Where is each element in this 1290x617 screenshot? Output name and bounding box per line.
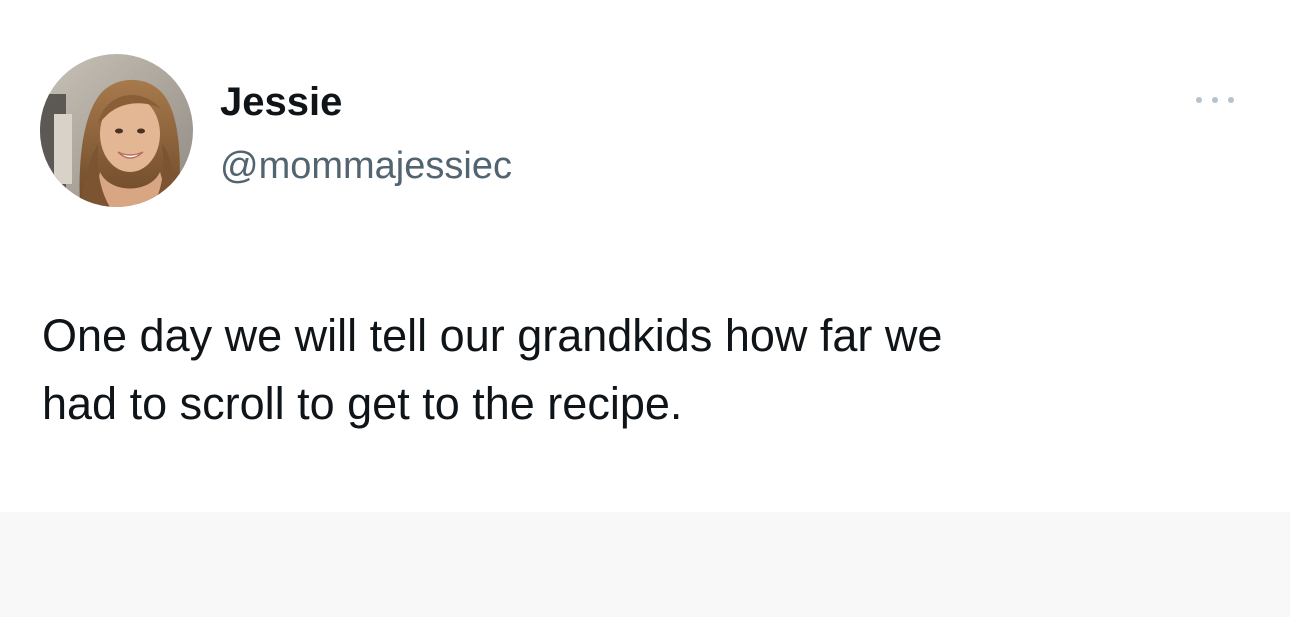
tweet-text-line: One day we will tell our grandkids how f…: [42, 310, 943, 361]
more-options-button[interactable]: [1186, 86, 1244, 114]
tweet-card: Jessie @mommajessiec One day we will tel…: [0, 0, 1290, 512]
lower-background-band: [0, 512, 1290, 617]
tweet-text: One day we will tell our grandkids how f…: [42, 302, 1252, 438]
more-options-icon: [1196, 97, 1234, 103]
author-handle[interactable]: @mommajessiec: [220, 142, 512, 190]
author-display-name[interactable]: Jessie: [220, 78, 342, 126]
author-avatar[interactable]: [40, 54, 193, 207]
profile-photo: [40, 54, 193, 207]
tweet-text-line: had to scroll to get to the recipe.: [42, 378, 683, 429]
